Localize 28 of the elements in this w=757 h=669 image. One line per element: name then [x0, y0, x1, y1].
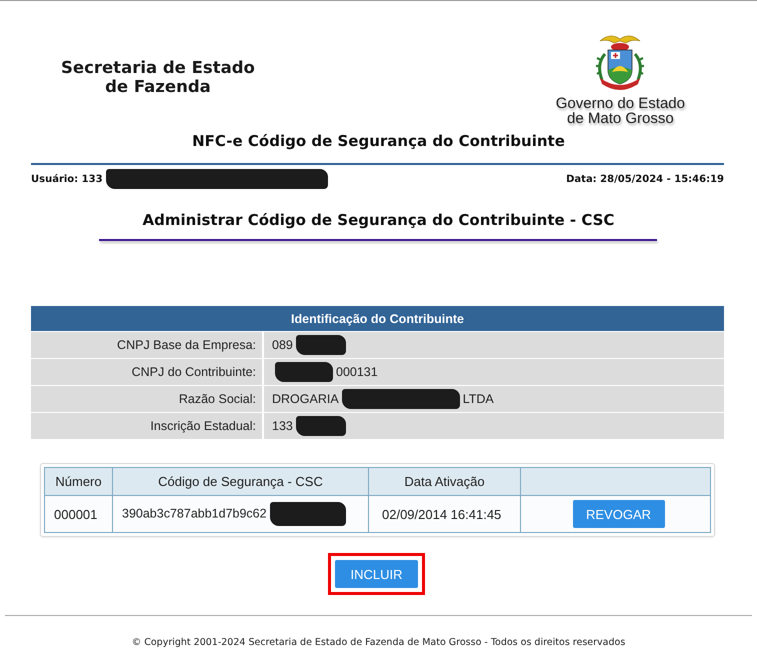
include-button[interactable]: INCLUIR — [335, 560, 418, 588]
field-label: Inscrição Estadual: — [31, 413, 262, 439]
agency-name: Secretaria de Estado de Fazenda — [61, 58, 255, 96]
revoke-button[interactable]: REVOGAR — [572, 500, 664, 528]
state-government-caption: Governo do Estado de Mato Grosso — [556, 96, 685, 126]
field-value: LTDA — [462, 392, 494, 406]
column-header: Código de Segurança - CSC — [112, 468, 368, 496]
column-header: Número — [44, 468, 112, 496]
session-date: Data: 28/05/2024 - 15:46:19 — [566, 174, 724, 184]
field-value: DROGARIA — [272, 392, 339, 406]
page-title: NFC-e Código de Segurança do Contribuinte — [192, 132, 565, 150]
redaction-mark — [296, 335, 346, 355]
table-title: Identificação do Contribuinte — [31, 306, 724, 331]
field-value: 133 — [272, 419, 293, 433]
field-value: 089 — [272, 338, 293, 352]
field-label: Razão Social: — [31, 386, 262, 412]
field-label: CNPJ Base da Empresa: — [31, 332, 262, 358]
security-code: 390ab3c787abb1d7b9c62 — [122, 506, 267, 520]
table-cell: 000001 — [44, 496, 112, 532]
user-label: Usuário: 133 — [31, 174, 103, 184]
section-title: Administrar Código de Segurança do Contribuinte - CSC — [142, 211, 614, 229]
table-cell: 02/09/2014 16:41:45 — [368, 496, 520, 532]
field-label: CNPJ do Contribuinte: — [31, 359, 262, 385]
field-value: 000131 — [336, 365, 378, 379]
redaction-mark — [275, 362, 333, 382]
column-header: Data Ativação — [368, 468, 520, 496]
copyright-text: © Copyright 2001-2024 Secretaria de Estado de Fazenda de Mato Grosso - Todos os direitos reservados — [132, 637, 626, 648]
redaction-mark — [296, 416, 346, 436]
